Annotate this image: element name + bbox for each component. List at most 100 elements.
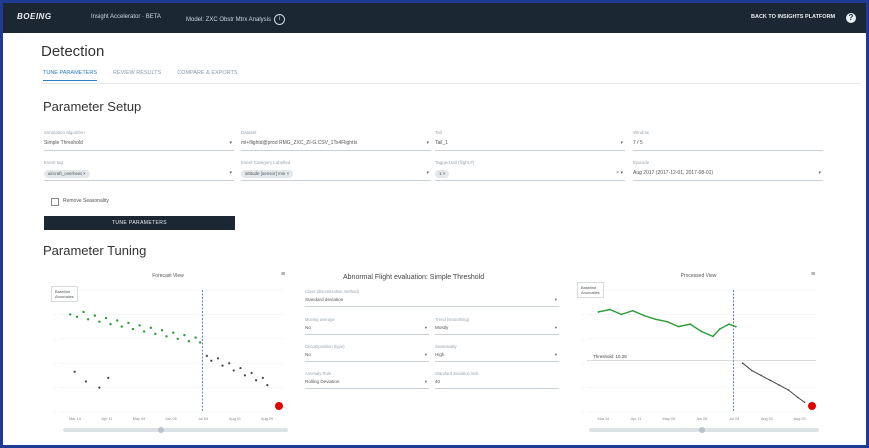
data-point: [86, 318, 90, 321]
event-tag-select[interactable]: Event tag aircraft_overheat × ▾: [44, 160, 234, 181]
anomaly-marker: [808, 402, 816, 410]
forecast-chart: · · · · · · Mar 14 Apr 11 May 09 Jun 06 Jul 04 Aug …: [55, 288, 283, 421]
anomaly-marker: [275, 402, 283, 410]
dataset-label: Dataset: [241, 130, 257, 135]
window-input[interactable]: Window 7 / 5: [633, 130, 823, 151]
chevron-down-icon: ▾: [424, 325, 427, 330]
data-point: [796, 396, 799, 399]
chevron-down-icon: ▾: [426, 140, 429, 146]
tagged-tail-select[interactable]: Tagged tail (flight #) 1 × × ▾: [435, 160, 625, 181]
forecast-chart-panel: Forecast View ≡ Baseline Anomalies · · · · ·…: [43, 268, 293, 443]
menu-icon[interactable]: ≡: [811, 271, 815, 278]
x-tick-label: May 09: [133, 417, 145, 421]
chevron-down-icon: ▾: [229, 170, 232, 176]
episode-label: Episode: [633, 160, 650, 165]
tune-parameters-button[interactable]: TUNE PARAMETERS: [44, 216, 235, 230]
chevron-down-icon: ▾: [554, 352, 557, 357]
data-point: [194, 336, 197, 339]
data-point: [787, 389, 790, 391]
decomposition-select[interactable]: Decomposition (type) No ▾: [305, 344, 429, 362]
slider-thumb[interactable]: [158, 427, 164, 433]
event-tag-chip[interactable]: aircraft_overheat ×: [44, 170, 90, 178]
tail-select[interactable]: Tail Tail_1 ▾: [435, 130, 625, 151]
data-point: [73, 370, 76, 373]
data-point: [165, 335, 168, 338]
algorithm-select[interactable]: Simulation algorithm Simple Threshold ▾: [44, 130, 234, 151]
menu-icon[interactable]: ≡: [281, 271, 285, 278]
trend-select[interactable]: Trend (smoothing) Mostly ▾: [435, 317, 559, 335]
data-point: [751, 369, 753, 372]
parameter-tuning-heading: Parameter Tuning: [43, 243, 147, 258]
data-point: [154, 332, 157, 336]
data-point: [255, 379, 258, 382]
slider-thumb[interactable]: [699, 427, 705, 433]
anomaly-rule-select[interactable]: Anomaly Rule Rolling Deviation ▾: [305, 371, 429, 389]
data-point: [109, 322, 112, 326]
y-tick-label: ·: [583, 288, 584, 293]
data-point: [187, 340, 191, 343]
data-point: [643, 314, 646, 317]
data-point: [210, 359, 213, 362]
help-icon[interactable]: ?: [846, 13, 856, 23]
tab-review-results[interactable]: REVIEW RESULTS: [113, 70, 161, 81]
processed-chart: · · · · · · Mar 14 Apr 11 May 09 Jun 06 Jul 04 Aug …: [583, 288, 816, 421]
app-name: Insight Accelerator · BETA: [91, 14, 161, 20]
model-name-label: Model: ZXC Obstr Mtrx Analysis: [186, 16, 272, 23]
tab-divider: [41, 83, 861, 84]
brand-logo[interactable]: BOEING: [17, 12, 52, 21]
tab-compare-exports[interactable]: COMPARE & EXPORTS: [177, 70, 237, 81]
std-limit-value: 40: [435, 379, 441, 384]
event-category-chip[interactable]: altitude [sensor] min ×: [241, 170, 294, 178]
moving-average-label: Moving average: [305, 317, 335, 322]
series-line: [598, 308, 737, 338]
y-tick-label: ·: [583, 385, 584, 390]
data-point: [654, 318, 657, 321]
data-point: [107, 376, 110, 379]
moving-average-select[interactable]: Moving average No ▾: [305, 317, 429, 335]
data-point: [176, 337, 179, 340]
processed-chart-panel: Processed View ≡ Baseline Anomalies Thre…: [571, 268, 826, 443]
forecast-range-slider[interactable]: [63, 427, 288, 433]
model-name: Model: ZXC Obstr Mtrx Analysis i: [186, 14, 286, 25]
anomaly-rule-label: Anomaly Rule: [305, 371, 332, 376]
data-point: [116, 319, 119, 322]
data-point: [205, 354, 208, 357]
tail-value: Tail_1: [435, 140, 449, 146]
chevron-down-icon: ▾: [620, 140, 623, 146]
trend-label: Trend (smoothing): [435, 317, 470, 322]
remove-seasonality-checkbox[interactable]: [51, 198, 59, 206]
processed-range-slider[interactable]: [589, 427, 819, 433]
data-point: [98, 386, 101, 389]
data-point: [666, 320, 669, 323]
episode-select[interactable]: Episode Aug 2017 (2017-12-01, 2017-08-01…: [633, 160, 823, 181]
event-tag-label: Event tag: [44, 160, 64, 165]
chevron-down-icon: × ▾: [616, 170, 623, 176]
data-point: [700, 330, 703, 333]
discretization-select[interactable]: Class (discretization method) Standard d…: [305, 289, 559, 307]
seasonality-select[interactable]: Seasonality High ▾: [435, 344, 559, 362]
data-point: [266, 384, 269, 387]
x-tick-label: Aug 29: [794, 417, 806, 421]
trend-value: Mostly: [435, 325, 449, 330]
data-point: [239, 366, 242, 370]
info-icon[interactable]: i: [274, 14, 286, 25]
x-tick-label: Aug 01: [229, 417, 241, 421]
x-tick-label: Jun 06: [165, 417, 176, 421]
data-point: [183, 333, 186, 337]
chevron-down-icon: ▾: [424, 379, 427, 384]
dataset-select[interactable]: Dataset ml+flightd@prod RMG_ZXC_ZI-G.CSV…: [241, 130, 431, 151]
std-limit-input[interactable]: Standard deviation limit 40: [435, 371, 559, 389]
x-tick-label: Mar 14: [597, 417, 609, 421]
tab-tune-parameters[interactable]: TUNE PARAMETERS: [43, 70, 97, 81]
y-tick-label: ·: [55, 312, 56, 317]
event-category-select[interactable]: Event Category Labelled altitude [sensor…: [241, 160, 431, 181]
data-point: [728, 323, 730, 326]
data-point: [609, 308, 611, 311]
data-point: [228, 362, 231, 365]
back-to-platform-link[interactable]: BACK TO INSIGHTS PLATFORM: [751, 14, 835, 20]
data-point: [741, 362, 744, 364]
x-tick-label: Jul 04: [729, 417, 739, 421]
tagged-tail-chip[interactable]: 1 ×: [435, 170, 450, 178]
chevron-down-icon: ▾: [424, 352, 427, 357]
chevron-down-icon: ▾: [426, 170, 429, 176]
